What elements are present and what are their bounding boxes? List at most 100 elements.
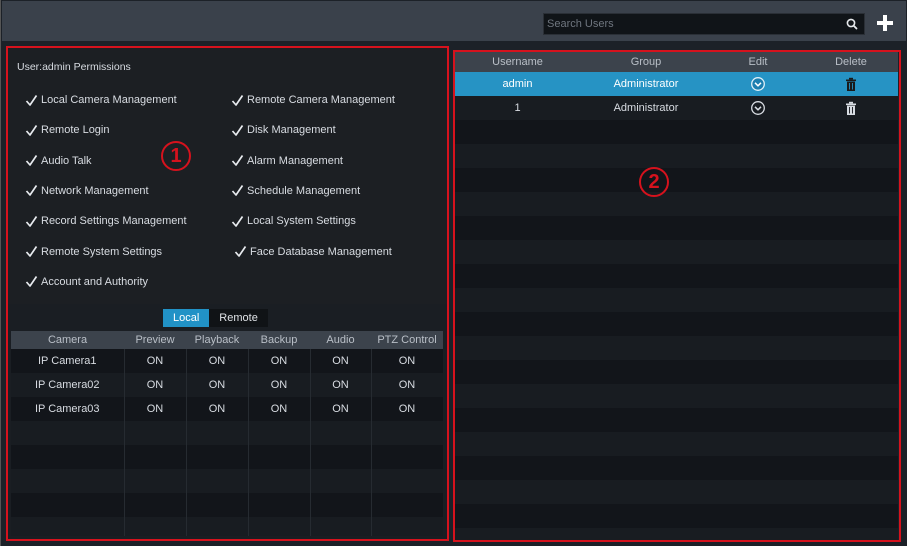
table-cell bbox=[804, 336, 898, 360]
search-input[interactable] bbox=[544, 14, 839, 34]
permission-label: Record Settings Management bbox=[41, 215, 187, 228]
table-cell bbox=[804, 504, 898, 528]
delete-button[interactable] bbox=[804, 96, 898, 120]
table-cell bbox=[186, 493, 249, 517]
table-row bbox=[11, 469, 443, 493]
table-cell bbox=[804, 192, 898, 216]
check-icon bbox=[25, 215, 38, 227]
table-cell bbox=[804, 432, 898, 456]
check-icon bbox=[231, 94, 244, 106]
tab-remote[interactable]: Remote bbox=[209, 309, 268, 327]
table-cell bbox=[455, 456, 580, 480]
permission-label: Audio Talk bbox=[41, 154, 92, 167]
table-cell bbox=[11, 517, 125, 536]
trash-icon[interactable] bbox=[844, 77, 858, 92]
table-row bbox=[11, 493, 443, 517]
table-row bbox=[455, 288, 898, 312]
table-cell bbox=[371, 445, 443, 469]
table-cell bbox=[712, 264, 804, 288]
table-cell bbox=[804, 288, 898, 312]
search-icon[interactable] bbox=[845, 17, 859, 31]
table-row bbox=[455, 480, 898, 504]
group-cell: Administrator bbox=[580, 96, 712, 120]
edit-button[interactable] bbox=[712, 96, 804, 120]
edit-button[interactable] bbox=[712, 72, 804, 96]
table-cell bbox=[712, 480, 804, 504]
table-cell bbox=[248, 421, 311, 445]
table-row[interactable]: IP Camera03 ON ON ON ON ON bbox=[11, 397, 443, 421]
table-cell bbox=[455, 168, 580, 192]
permission-label: Remote System Settings bbox=[41, 245, 163, 258]
table-row bbox=[455, 408, 898, 432]
permission-item: Local Camera Management bbox=[25, 92, 177, 108]
table-cell bbox=[804, 216, 898, 240]
annotation-number-1: 1 bbox=[161, 141, 191, 171]
table-row[interactable]: 1 Administrator bbox=[455, 96, 898, 120]
camera-scope-tabs: Local Remote bbox=[163, 309, 268, 327]
table-cell bbox=[455, 288, 580, 312]
permission-label: Alarm Management bbox=[247, 154, 343, 167]
table-row[interactable]: IP Camera1 ON ON ON ON ON bbox=[11, 349, 443, 373]
trash-icon[interactable] bbox=[844, 101, 858, 116]
check-icon bbox=[234, 246, 247, 257]
table-cell bbox=[310, 469, 372, 493]
table-cell: ON bbox=[124, 397, 187, 421]
edit-icon[interactable] bbox=[750, 100, 766, 116]
table-cell bbox=[580, 312, 712, 336]
delete-button[interactable] bbox=[804, 72, 898, 96]
table-row[interactable]: admin Administrator bbox=[455, 72, 898, 96]
table-cell bbox=[455, 192, 580, 216]
edit-icon[interactable] bbox=[750, 76, 766, 92]
table-cell: IP Camera02 bbox=[11, 373, 125, 397]
users-panel: Username Group Edit Delete admin Administrat… bbox=[455, 52, 898, 540]
permission-item: Audio Talk bbox=[25, 153, 92, 169]
table-cell bbox=[248, 445, 311, 469]
table-cell bbox=[455, 216, 580, 240]
table-cell bbox=[580, 360, 712, 384]
table-cell: ON bbox=[310, 397, 372, 421]
camera-table-header: PTZ Control bbox=[371, 331, 443, 349]
table-cell bbox=[11, 469, 125, 493]
table-cell: ON bbox=[310, 373, 372, 397]
group-cell: Administrator bbox=[580, 72, 712, 96]
camera-table-header: Preview bbox=[124, 331, 186, 349]
table-row bbox=[455, 264, 898, 288]
table-cell bbox=[455, 336, 580, 360]
table-cell bbox=[186, 469, 249, 493]
table-cell bbox=[804, 144, 898, 168]
table-row bbox=[455, 144, 898, 168]
table-row bbox=[455, 456, 898, 480]
permissions-panel: User:admin Permissions Local Camera Mana… bbox=[6, 46, 449, 540]
table-cell bbox=[310, 421, 372, 445]
table-cell bbox=[712, 360, 804, 384]
table-cell bbox=[455, 408, 580, 432]
table-row bbox=[455, 360, 898, 384]
table-cell bbox=[580, 456, 712, 480]
permission-label: Remote Camera Management bbox=[247, 94, 395, 106]
users-table-header: Delete bbox=[804, 52, 898, 72]
table-cell bbox=[712, 408, 804, 432]
permission-item: Remote Camera Management bbox=[231, 92, 395, 108]
table-cell bbox=[124, 517, 187, 536]
table-row[interactable]: IP Camera02 ON ON ON ON ON bbox=[11, 373, 443, 397]
table-cell bbox=[455, 384, 580, 408]
table-cell bbox=[455, 240, 580, 264]
permission-label: Network Management bbox=[41, 184, 149, 197]
check-icon bbox=[25, 185, 38, 197]
table-row bbox=[11, 445, 443, 469]
tab-local[interactable]: Local bbox=[163, 309, 210, 327]
table-cell bbox=[580, 240, 712, 264]
table-cell: ON bbox=[124, 349, 187, 373]
table-cell bbox=[248, 469, 311, 493]
annotation-number-2: 2 bbox=[639, 167, 669, 197]
permission-item: Remote System Settings bbox=[25, 244, 162, 260]
table-cell: IP Camera03 bbox=[11, 397, 125, 421]
table-cell: ON bbox=[248, 397, 311, 421]
table-cell bbox=[580, 384, 712, 408]
table-cell bbox=[371, 493, 443, 517]
table-row bbox=[11, 517, 443, 536]
table-row bbox=[455, 336, 898, 360]
add-user-icon[interactable] bbox=[874, 12, 896, 34]
check-icon bbox=[25, 94, 38, 106]
check-icon bbox=[231, 155, 244, 166]
